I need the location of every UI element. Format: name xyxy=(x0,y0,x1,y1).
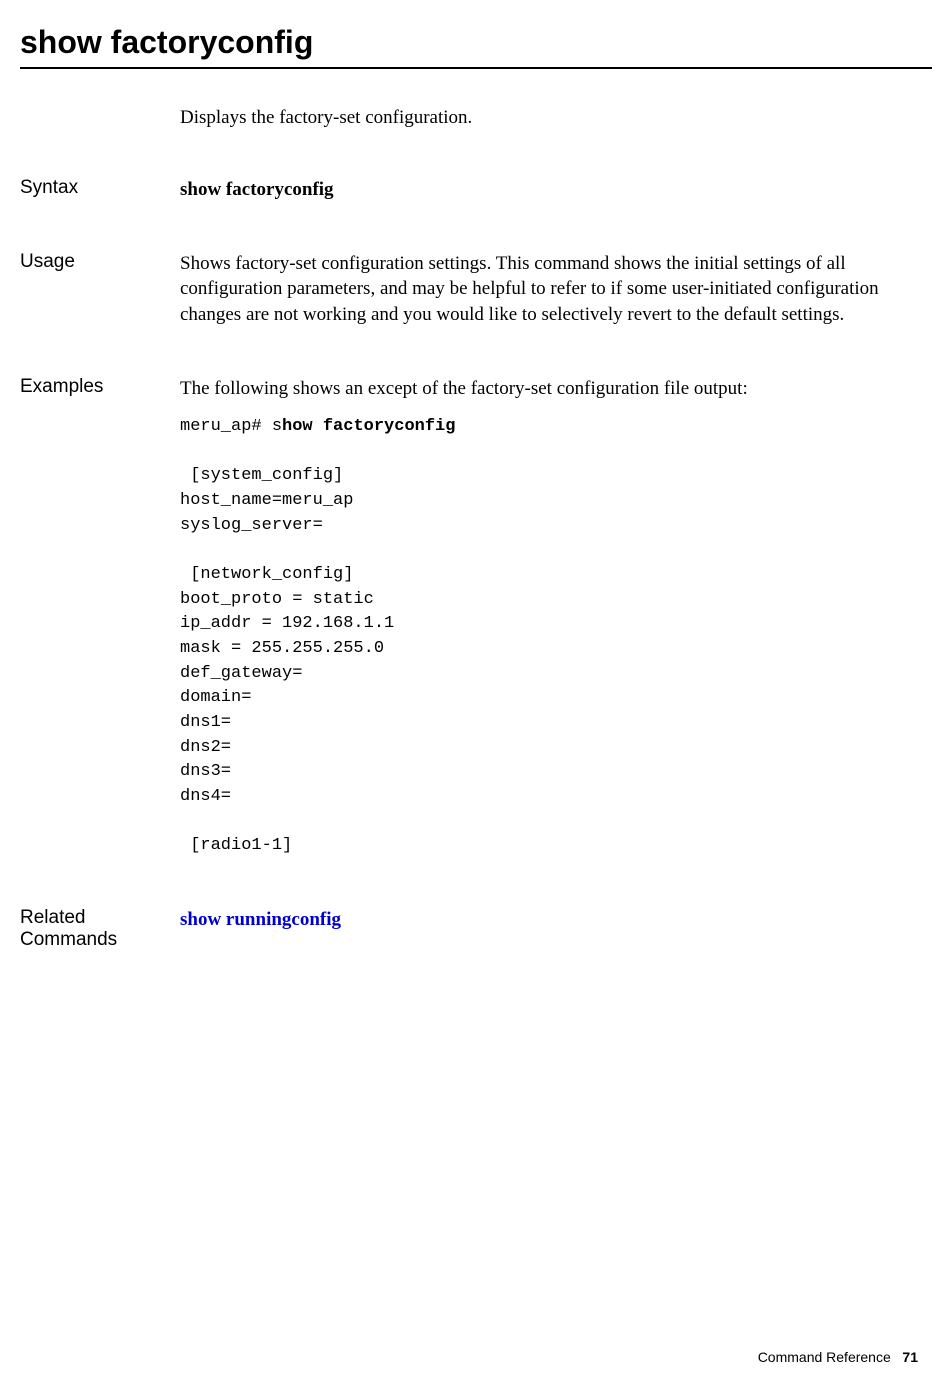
related-label: Related Commands xyxy=(20,907,180,951)
footer-page: 71 xyxy=(902,1349,918,1365)
code-output-line: syslog_server= xyxy=(180,516,323,535)
code-output-line: [system_config] xyxy=(180,466,343,485)
code-output-line: mask = 255.255.255.0 xyxy=(180,639,384,658)
syntax-value: show factoryconfig xyxy=(180,177,918,203)
title-divider xyxy=(20,67,932,69)
related-body: show runningconfig xyxy=(180,907,918,933)
page-footer: Command Reference 71 xyxy=(758,1349,918,1365)
examples-intro: The following shows an except of the fac… xyxy=(180,376,918,402)
page-title: show factoryconfig xyxy=(20,24,952,61)
code-output-line: boot_proto = static xyxy=(180,590,374,609)
code-output-line: dns3= xyxy=(180,762,231,781)
code-output-line: def_gateway= xyxy=(180,664,302,683)
examples-label: Examples xyxy=(20,376,180,398)
usage-section: Usage Shows factory-set configuration se… xyxy=(20,251,918,328)
code-output-line: dns2= xyxy=(180,738,231,757)
related-link[interactable]: show runningconfig xyxy=(180,909,341,930)
example-code: meru_ap# show factoryconfig [system_conf… xyxy=(180,415,918,859)
code-output-line: domain= xyxy=(180,688,251,707)
intro-text: Displays the factory-set configuration. xyxy=(180,107,918,129)
code-output-line: [network_config] xyxy=(180,565,353,584)
usage-label: Usage xyxy=(20,251,180,273)
code-output-line: ip_addr = 192.168.1.1 xyxy=(180,614,394,633)
related-section: Related Commands show runningconfig xyxy=(20,907,918,951)
examples-body: The following shows an except of the fac… xyxy=(180,376,918,859)
code-output-line: [radio1-1] xyxy=(180,836,292,855)
usage-text: Shows factory-set configuration settings… xyxy=(180,251,918,328)
syntax-section: Syntax show factoryconfig xyxy=(20,177,918,203)
code-command: how factoryconfig xyxy=(282,417,455,436)
content-area: Displays the factory-set configuration. … xyxy=(20,107,918,951)
code-output-line: host_name=meru_ap xyxy=(180,491,353,510)
footer-section: Command Reference xyxy=(758,1349,891,1365)
code-output-line: dns4= xyxy=(180,787,231,806)
code-prompt: meru_ap# s xyxy=(180,417,282,436)
code-output-line: dns1= xyxy=(180,713,231,732)
examples-section: Examples The following shows an except o… xyxy=(20,376,918,859)
syntax-label: Syntax xyxy=(20,177,180,199)
